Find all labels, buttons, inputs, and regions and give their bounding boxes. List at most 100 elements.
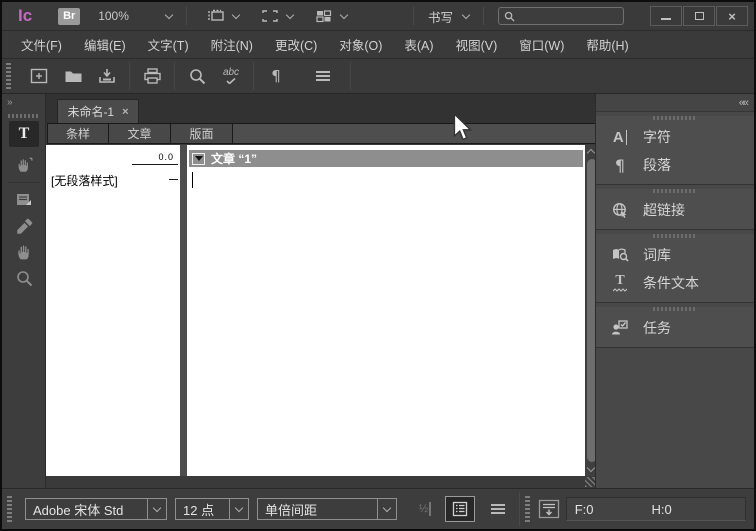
print-button[interactable] (136, 62, 168, 90)
magnifier-icon (189, 68, 205, 84)
view-options-dropdown[interactable] (205, 7, 241, 25)
menu-lines-icon (490, 504, 505, 514)
font-family-dropdown[interactable]: Adobe 宋体 Std (25, 498, 167, 520)
menu-type[interactable]: 文字(T) (137, 30, 200, 59)
tab-galley[interactable]: 条样 (47, 123, 109, 144)
menu-lines-icon (316, 71, 330, 81)
show-hidden-characters-button[interactable]: ¶ (260, 62, 292, 90)
story-collapse-button[interactable] (192, 152, 205, 165)
expand-panel-icon[interactable]: » (7, 97, 12, 108)
hand-tool[interactable] (2, 238, 46, 266)
tools-drag-handle[interactable] (8, 114, 38, 118)
note-tool[interactable] (2, 186, 46, 214)
document-tab-title: 未命名-1 (67, 105, 115, 119)
divider (186, 7, 188, 25)
document-tab-strip: 未命名-1 × (46, 94, 599, 123)
depth-ruler-line (132, 164, 178, 165)
dropdown-button[interactable] (147, 499, 166, 519)
document-tab[interactable]: 未命名-1 × (57, 99, 139, 123)
story-text-area[interactable]: 文章 “1” (187, 145, 585, 476)
line-spacing-dropdown[interactable]: 单倍间距 (257, 498, 397, 520)
bridge-button[interactable]: Br (58, 7, 81, 25)
panel-item-paragraph[interactable]: ¶ 段落 (596, 151, 754, 179)
galley-menu-button[interactable] (490, 504, 505, 514)
panel-group-drag-handle[interactable] (653, 189, 697, 193)
panel-label: 字符 (643, 129, 671, 145)
spellcheck-button[interactable]: abc (215, 62, 247, 90)
open-button[interactable] (57, 62, 89, 90)
font-size-dropdown[interactable]: 12 点 (175, 498, 249, 520)
panel-item-hyperlinks[interactable]: 超链接 (596, 196, 754, 224)
menu-file[interactable]: 文件(F) (10, 30, 73, 59)
menu-window[interactable]: 窗口(W) (508, 30, 575, 59)
dropdown-button[interactable] (377, 499, 396, 519)
panel-item-assignments[interactable]: 任务 (596, 314, 754, 342)
menu-changes[interactable]: 更改(C) (264, 30, 328, 59)
toolbar-drag-handle[interactable] (6, 63, 11, 89)
galley-view-options-button[interactable] (307, 62, 339, 90)
view-tab-filler (233, 123, 599, 144)
column-divider[interactable] (180, 145, 187, 476)
tab-close-icon[interactable]: × (122, 106, 128, 118)
screen-mode-icon (259, 7, 281, 25)
zoom-tool[interactable] (2, 264, 46, 292)
copyfit-fit-value: F:0 (574, 501, 594, 517)
window-controls: × (650, 6, 748, 26)
line-numbers-button[interactable]: ½ (419, 502, 431, 516)
pilcrow-icon: ¶ (271, 67, 281, 85)
divider (174, 62, 175, 90)
type-tool[interactable]: T (2, 120, 46, 148)
search-box[interactable] (498, 7, 624, 25)
menu-view[interactable]: 视图(V) (445, 30, 509, 59)
scroll-up-icon[interactable] (586, 148, 596, 158)
search-icon (504, 11, 515, 22)
divider (8, 182, 40, 183)
info-column-toggle-button[interactable] (444, 496, 475, 522)
close-button[interactable]: × (716, 6, 748, 26)
galley-info-column: 0.0 [无段落样式] (46, 145, 180, 476)
minimize-button[interactable] (650, 6, 682, 26)
workspace-switcher[interactable]: 书写 (422, 7, 475, 26)
story-header[interactable]: 文章 “1” (189, 150, 583, 167)
collapse-panels-icon[interactable]: «« (739, 97, 749, 109)
panel-item-character[interactable]: A 字符 (596, 123, 754, 151)
divider (129, 62, 130, 90)
copyfit-drag-handle[interactable] (524, 496, 530, 522)
menu-notes[interactable]: 附注(N) (200, 30, 264, 59)
tab-layout[interactable]: 版面 (171, 123, 233, 144)
panel-group-drag-handle[interactable] (653, 307, 697, 311)
copyfit-icon (538, 499, 559, 519)
chevron-down-icon (382, 503, 392, 512)
app-logo: Ic (18, 6, 33, 25)
menu-table[interactable]: 表(A) (393, 30, 444, 59)
menu-edit[interactable]: 编辑(E) (73, 30, 137, 59)
search-input[interactable] (519, 9, 615, 23)
info-column-icon (452, 501, 467, 517)
divider (483, 7, 484, 25)
zoom-level-dropdown[interactable]: 100% (92, 9, 178, 23)
copyfit-height-value: H:0 (651, 501, 672, 517)
menu-object[interactable]: 对象(O) (328, 30, 393, 59)
panel-item-conditional-text[interactable]: T 条件文本 (596, 269, 754, 297)
assignments-icon (609, 320, 631, 336)
zoom-button[interactable] (181, 62, 213, 90)
position-tool[interactable] (2, 151, 46, 179)
panel-group-drag-handle[interactable] (653, 116, 697, 120)
eyedropper-tool[interactable] (2, 212, 46, 240)
menu-help[interactable]: 帮助(H) (575, 30, 639, 59)
screen-mode-dropdown[interactable] (259, 7, 295, 25)
copyfit-info-button[interactable] (538, 499, 560, 519)
galley-view: 0.0 [无段落样式] 文章 “1” (46, 145, 599, 476)
document-area: 未命名-1 × 条样 文章 版面 0.0 [无段落样式] 文章 “1” (46, 94, 599, 488)
maximize-button[interactable] (683, 6, 715, 26)
save-button[interactable] (91, 62, 123, 90)
panel-group-drag-handle[interactable] (653, 234, 697, 238)
chevron-down-icon (234, 503, 244, 512)
dropdown-button[interactable] (229, 499, 248, 519)
panel-item-thesaurus[interactable]: 词库 (596, 241, 754, 269)
statusbar-drag-handle[interactable] (7, 496, 12, 522)
tab-story[interactable]: 文章 (109, 123, 171, 144)
new-document-button[interactable] (23, 62, 55, 90)
arrange-documents-dropdown[interactable] (313, 7, 349, 25)
scroll-down-icon[interactable] (586, 463, 596, 473)
